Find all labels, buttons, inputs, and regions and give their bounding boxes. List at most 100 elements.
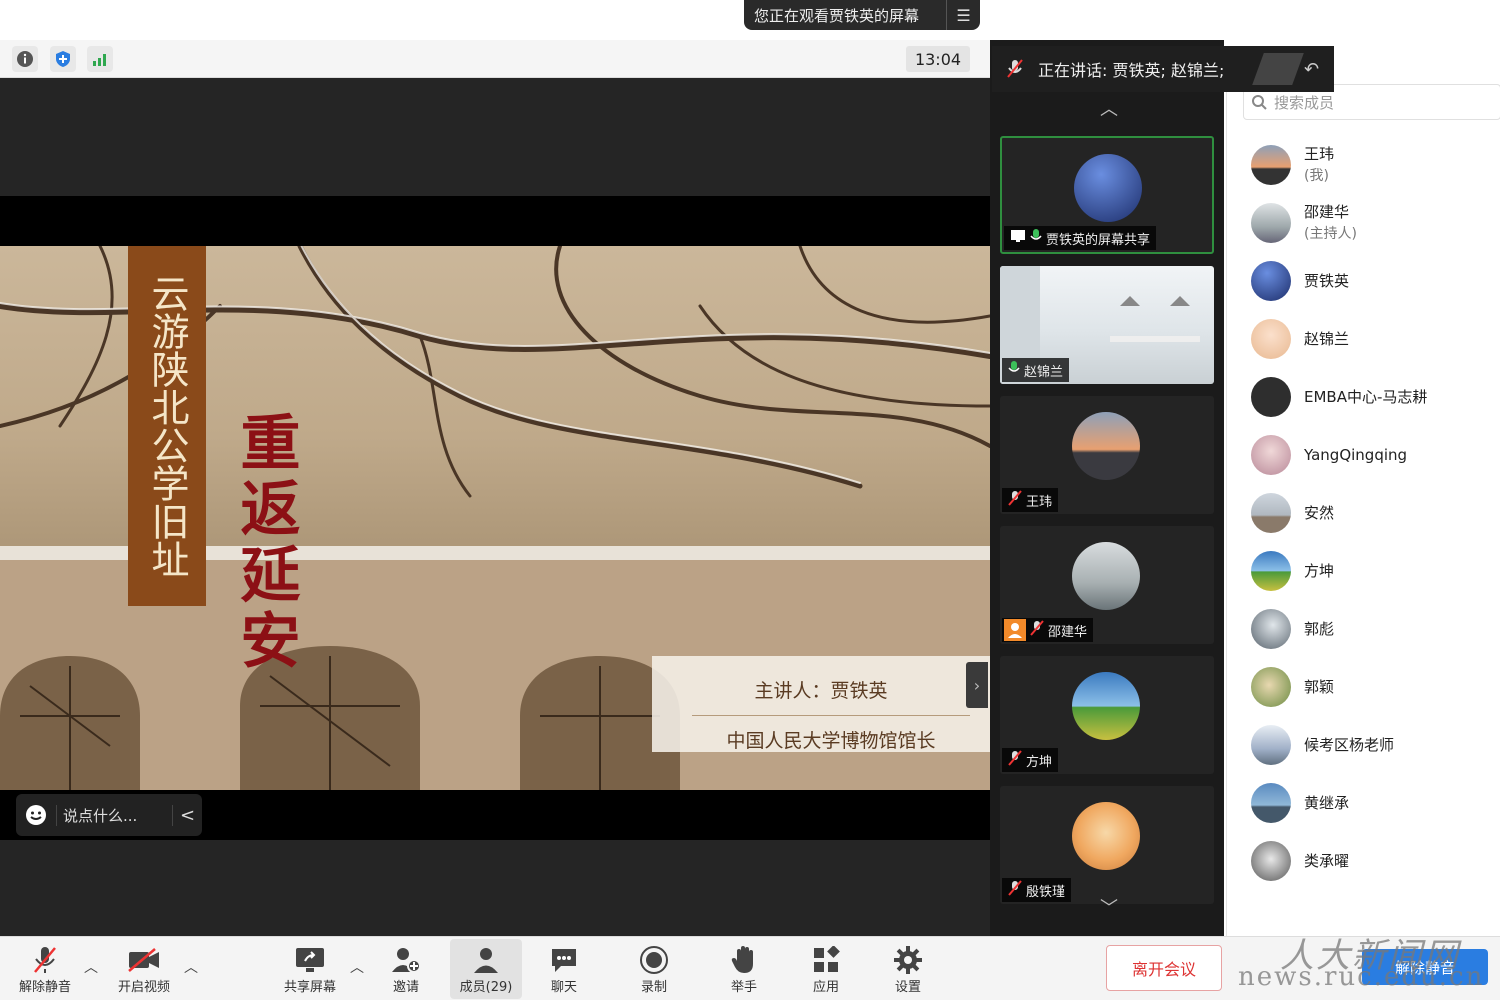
- apps-grid-icon: [812, 944, 840, 976]
- share-options-chevron-icon[interactable]: ︿: [350, 957, 364, 977]
- participant-avatar: [1251, 783, 1291, 823]
- meeting-toolbar: 解除静音 ︿ 开启视频 ︿ 共享屏幕 ︿ 邀请 成员(29) 聊天 录制 举手 …: [0, 936, 1500, 1000]
- participant-item[interactable]: 黄继承: [1227, 774, 1500, 832]
- muted-mic-icon: [32, 944, 58, 976]
- tile-name-tag: 殷铁瑾: [1002, 878, 1072, 902]
- participant-avatar: [1251, 261, 1291, 301]
- start-video-button[interactable]: 开启视频: [110, 939, 178, 999]
- participant-avatar: [1251, 841, 1291, 881]
- participant-avatar: [1251, 609, 1291, 649]
- participant-item[interactable]: 类承曜: [1227, 832, 1500, 890]
- viewing-share-text: 您正在观看贾铁英的屏幕: [754, 6, 920, 25]
- search-placeholder: 搜索成员: [1274, 93, 1335, 112]
- participant-item[interactable]: 贾铁英: [1227, 252, 1500, 310]
- info-icon[interactable]: [12, 46, 38, 72]
- video-tile[interactable]: 方坤: [1000, 656, 1214, 774]
- talking-text: 正在讲话: 贾铁英; 赵锦兰;: [1038, 61, 1225, 80]
- meeting-window: 您正在观看贾铁英的屏幕 ☰ 13:04 云游陕北公学旧址 重返延安 主讲人：贾铁…: [0, 0, 1500, 1000]
- meeting-clock: 13:04: [906, 46, 970, 72]
- leave-meeting-button[interactable]: 离开会议: [1106, 945, 1222, 991]
- participant-name: 安然: [1304, 504, 1335, 522]
- invite-button[interactable]: 邀请: [380, 939, 432, 999]
- avatar: [1074, 154, 1142, 222]
- participant-item[interactable]: 郭彪: [1227, 600, 1500, 658]
- start-video-label: 开启视频: [117, 979, 170, 995]
- participant-item[interactable]: 邵建华 (主持人): [1227, 194, 1500, 252]
- apps-label: 应用: [812, 979, 839, 995]
- participant-name: 贾铁英: [1304, 272, 1350, 290]
- record-label: 录制: [640, 979, 667, 995]
- apps-button[interactable]: 应用: [800, 939, 852, 999]
- participant-item[interactable]: 赵锦兰: [1227, 310, 1500, 368]
- settings-button[interactable]: 设置: [882, 939, 934, 999]
- video-tile[interactable]: 贾铁英的屏幕共享: [1000, 136, 1214, 254]
- mic-muted-icon: [1008, 880, 1022, 900]
- gallery-scroll-up-icon[interactable]: ︿: [1100, 95, 1118, 121]
- participant-item[interactable]: YangQingqing: [1227, 426, 1500, 484]
- video-options-chevron-icon[interactable]: ︿: [184, 957, 198, 977]
- participant-item[interactable]: 王玮 (我): [1227, 136, 1500, 194]
- shield-icon[interactable]: [50, 46, 76, 72]
- emoji-icon[interactable]: [16, 804, 56, 826]
- participant-item[interactable]: 郭颖: [1227, 658, 1500, 716]
- video-tile[interactable]: 殷铁瑾: [1000, 786, 1214, 904]
- unmute-label: 解除静音: [18, 979, 71, 995]
- slide-vertical-title: 云游陕北公学旧址: [128, 246, 206, 606]
- participant-item[interactable]: EMBA中心-马志耕: [1227, 368, 1500, 426]
- chat-button[interactable]: 聊天: [538, 939, 590, 999]
- avatar: [1072, 542, 1140, 610]
- tile-name: 王玮: [1026, 494, 1053, 510]
- video-tile[interactable]: 邵建华: [1000, 526, 1214, 644]
- banner-menu-icon[interactable]: ☰: [946, 0, 980, 30]
- participant-name: 类承曜: [1304, 852, 1350, 870]
- tile-name: 殷铁瑾: [1026, 884, 1066, 900]
- search-icon: [1244, 94, 1274, 110]
- comment-input[interactable]: 说点什么...: [56, 804, 172, 826]
- video-off-icon: [127, 944, 161, 976]
- members-button[interactable]: 成员(29): [450, 939, 522, 999]
- video-tile[interactable]: 赵锦兰: [1000, 266, 1214, 384]
- unmute-all-button[interactable]: 解除静音: [1362, 949, 1488, 985]
- gallery-scroll-down-icon[interactable]: ﹀: [1100, 894, 1118, 920]
- participant-item[interactable]: 候考区杨老师: [1227, 716, 1500, 774]
- settings-label: 设置: [894, 979, 921, 995]
- participant-item[interactable]: 安然: [1227, 484, 1500, 542]
- mic-on-icon: [1030, 228, 1042, 248]
- participant-list: 王玮 (我) 邵建华 (主持人) 贾铁英 赵锦兰 EMBA中心-马志耕 YangQi…: [1227, 136, 1500, 890]
- slide-next-handle[interactable]: ›: [966, 662, 988, 708]
- participant-name: 黄继承: [1304, 794, 1350, 812]
- add-user-icon: [391, 944, 421, 976]
- record-icon: [639, 944, 669, 976]
- participant-item[interactable]: 方坤: [1227, 542, 1500, 600]
- video-tile[interactable]: 王玮: [1000, 396, 1214, 514]
- presentation-slide: 云游陕北公学旧址 重返延安 主讲人：贾铁英 中国人民大学博物馆馆长 ›: [0, 246, 990, 792]
- talking-indicator: 正在讲话: 贾铁英; 赵锦兰; ↶: [992, 46, 1334, 92]
- participants-panel: 搜索成员 王玮 (我) 邵建华 (主持人) 贾铁英 赵锦兰 EMBA中心-马志耕 Y…: [1226, 78, 1500, 936]
- unmute-button[interactable]: 解除静音: [14, 939, 76, 999]
- record-button[interactable]: 录制: [628, 939, 680, 999]
- mic-on-icon: [1008, 360, 1020, 380]
- audio-options-chevron-icon[interactable]: ︿: [84, 957, 98, 977]
- participant-avatar: [1251, 377, 1291, 417]
- network-signal-icon[interactable]: [87, 46, 113, 72]
- mic-muted-icon: [1008, 490, 1022, 510]
- shared-screen-area: 云游陕北公学旧址 重返延安 主讲人：贾铁英 中国人民大学博物馆馆长 › 说点什么…: [0, 78, 990, 936]
- chat-icon: [549, 944, 579, 976]
- participant-avatar: [1251, 551, 1291, 591]
- undo-arrow-icon[interactable]: ↶: [1304, 59, 1334, 80]
- participant-name: EMBA中心-马志耕: [1304, 388, 1428, 406]
- raise-hand-button[interactable]: 举手: [718, 939, 770, 999]
- participant-avatar: [1251, 203, 1291, 243]
- participant-avatar: [1251, 667, 1291, 707]
- comment-bar[interactable]: 说点什么... <: [16, 794, 202, 836]
- share-screen-button[interactable]: 共享屏幕: [276, 939, 344, 999]
- slide-main-title: 重返延安: [230, 411, 300, 675]
- participant-name: YangQingqing: [1304, 446, 1408, 464]
- share-screen-label: 共享屏幕: [283, 979, 336, 995]
- participant-name: 候考区杨老师: [1304, 736, 1395, 754]
- participant-avatar: [1251, 435, 1291, 475]
- hand-icon: [731, 944, 757, 976]
- members-label: 成员(29): [459, 979, 513, 995]
- tile-name: 邵建华: [1048, 624, 1088, 640]
- collapse-arrow-icon[interactable]: <: [172, 804, 202, 826]
